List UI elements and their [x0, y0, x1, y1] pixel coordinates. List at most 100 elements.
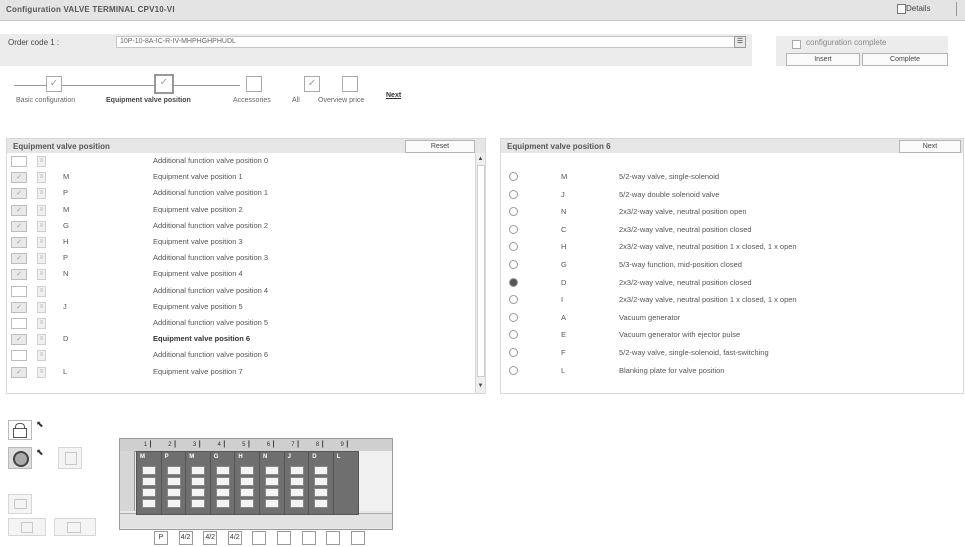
insert-button[interactable]: Insert — [786, 53, 860, 66]
valve-option-row[interactable]: C 2x3/2-way valve, neutral position close… — [501, 224, 961, 237]
equipment-row[interactable]: ≡ Additional function valve position 4 — [7, 285, 473, 298]
step-basic-configuration[interactable]: ✓ — [46, 76, 62, 92]
valve-option-row[interactable]: L Blanking plate for valve position — [501, 365, 961, 378]
scroll-down-icon[interactable]: ▼ — [476, 382, 485, 391]
row-selector-icon[interactable]: ≡ — [37, 334, 46, 346]
row-selector-icon[interactable]: ≡ — [37, 285, 46, 297]
details-link[interactable]: Details — [906, 4, 930, 13]
row-checkbox[interactable] — [11, 350, 27, 362]
row-selector-icon[interactable]: ≡ — [37, 172, 46, 184]
row-selector-icon[interactable]: ≡ — [37, 366, 46, 378]
row-checkbox[interactable]: ✓ — [11, 204, 27, 216]
row-selector-icon[interactable]: ≡ — [37, 318, 46, 329]
scroll-thumb[interactable] — [477, 165, 485, 377]
next-step-link[interactable]: Next — [386, 92, 401, 99]
port-box[interactable]: 4/2 — [227, 531, 242, 545]
port-box[interactable] — [252, 531, 267, 545]
valve-option-radio[interactable] — [509, 348, 518, 359]
row-checkbox[interactable]: ✓ — [11, 253, 27, 265]
valve-option-row[interactable]: M 5/2-way valve, single-solenoid — [501, 171, 961, 184]
row-checkbox[interactable] — [11, 156, 27, 167]
valve-option-radio[interactable] — [509, 224, 518, 236]
row-checkbox[interactable]: ✓ — [11, 188, 27, 200]
equipment-row[interactable]: ✓ ≡ N Equipment valve position 4 — [7, 268, 473, 281]
valve-option-row[interactable]: E Vacuum generator with ejector pulse — [501, 329, 961, 342]
row-selector-icon[interactable]: ≡ — [37, 237, 46, 248]
gear-icon[interactable] — [8, 447, 32, 469]
row-selector-icon[interactable]: ≡ — [37, 253, 46, 265]
valve-slot[interactable]: L — [332, 451, 359, 515]
equipment-row[interactable]: ✓ ≡ L Equipment valve position 7 — [7, 366, 473, 379]
order-code-dropdown-button[interactable]: ☰ — [734, 36, 746, 48]
row-selector-icon[interactable]: ≡ — [37, 204, 46, 216]
row-selector-icon[interactable]: ≡ — [37, 269, 46, 281]
valve-option-radio[interactable] — [509, 312, 518, 324]
valve-slot[interactable]: P — [160, 451, 187, 515]
row-checkbox[interactable]: ✓ — [11, 220, 27, 232]
step-equipment-valve-position[interactable]: ✓ — [154, 74, 174, 94]
valve-slot[interactable]: M — [136, 451, 162, 515]
equipment-row[interactable]: ≡ Additional function valve position 0 — [7, 155, 473, 168]
valve-option-row[interactable]: J 5/2-way double solenoid valve — [501, 189, 961, 202]
row-checkbox[interactable] — [11, 318, 27, 329]
valve-option-row[interactable]: H 2x3/2-way valve, neutral position 1 x c… — [501, 241, 961, 254]
row-checkbox[interactable]: ✓ — [11, 237, 27, 248]
valve-option-row[interactable]: F 5/2-way valve, single-solenoid, fast-sw… — [501, 347, 961, 360]
row-checkbox[interactable]: ✓ — [11, 269, 27, 281]
module-view-icon[interactable] — [58, 447, 82, 469]
lock-icon[interactable] — [8, 420, 32, 440]
row-checkbox[interactable] — [11, 285, 27, 297]
valve-slot[interactable]: G — [209, 451, 236, 515]
port-box[interactable] — [326, 531, 341, 545]
equipment-row[interactable]: ✓ ≡ M Equipment valve position 2 — [7, 204, 473, 217]
next-button[interactable]: Next — [899, 140, 961, 153]
equipment-row[interactable]: ✓ ≡ J Equipment valve position 5 — [7, 301, 473, 314]
port-box[interactable]: 4/2 — [203, 531, 218, 545]
row-selector-icon[interactable]: ≡ — [37, 188, 46, 200]
row-checkbox[interactable]: ✓ — [11, 301, 27, 313]
valve-option-radio[interactable] — [509, 330, 518, 341]
equipment-row[interactable]: ✓ ≡ P Additional function valve position 3 — [7, 252, 473, 265]
equipment-row[interactable]: ✓ ≡ M Equipment valve position 1 — [7, 171, 473, 184]
equipment-row[interactable]: ≡ Additional function valve position 6 — [7, 349, 473, 362]
valve-option-radio[interactable] — [509, 172, 518, 183]
reset-button[interactable]: Reset — [405, 140, 475, 153]
left-module-icon[interactable] — [8, 518, 46, 536]
scroll-up-icon[interactable]: ▲ — [476, 155, 485, 164]
valve-option-row[interactable]: N 2x3/2-way valve, neutral position open — [501, 206, 961, 219]
valve-option-radio[interactable] — [509, 260, 518, 271]
valve-option-row[interactable]: D 2x3/2-way valve, neutral position close… — [501, 277, 961, 290]
configuration-complete-checkbox[interactable] — [792, 40, 801, 49]
right-module-icon[interactable] — [54, 518, 96, 536]
complete-button[interactable]: Complete — [862, 53, 948, 66]
equipment-row[interactable]: ≡ Additional function valve position 5 — [7, 317, 473, 330]
equipment-row[interactable]: ✓ ≡ G Additional function valve position 2 — [7, 220, 473, 233]
valve-slot[interactable]: J — [283, 451, 310, 515]
step-overview-price[interactable] — [342, 76, 358, 92]
row-checkbox[interactable]: ✓ — [11, 172, 27, 184]
row-selector-icon[interactable]: ≡ — [37, 220, 46, 232]
details-icon[interactable] — [897, 4, 906, 14]
valve-slot[interactable]: N — [259, 451, 285, 515]
valve-option-radio[interactable] — [509, 365, 518, 377]
step-all[interactable]: ✓ — [304, 76, 320, 92]
equipment-row[interactable]: ✓ ≡ D Equipment valve position 6 — [7, 333, 473, 346]
row-checkbox[interactable]: ✓ — [11, 334, 27, 346]
equipment-scrollbar[interactable]: ▲ ▼ — [475, 153, 485, 393]
valve-slot[interactable]: H — [234, 451, 261, 515]
valve-option-row[interactable]: G 5/3-way function, mid-position closed — [501, 259, 961, 272]
valve-option-row[interactable]: I 2x3/2-way valve, neutral position 1 x c… — [501, 294, 961, 307]
valve-option-radio[interactable] — [509, 189, 518, 201]
valve-slot[interactable]: D — [308, 451, 335, 515]
port-box[interactable] — [350, 531, 365, 545]
valve-slot[interactable]: M — [185, 451, 212, 515]
valve-option-row[interactable]: A Vacuum generator — [501, 312, 961, 325]
port-box[interactable] — [277, 531, 291, 545]
order-code-field[interactable]: 10P-10-8A-IC-R-IV-MHPHGHPHUDL — [116, 36, 737, 48]
equipment-row[interactable]: ✓ ≡ H Equipment valve position 3 — [7, 236, 473, 249]
valve-option-radio[interactable] — [509, 277, 518, 289]
port-box[interactable] — [301, 531, 316, 545]
valve-option-radio[interactable] — [509, 242, 518, 253]
row-selector-icon[interactable]: ≡ — [37, 350, 46, 362]
row-checkbox[interactable]: ✓ — [11, 366, 27, 378]
